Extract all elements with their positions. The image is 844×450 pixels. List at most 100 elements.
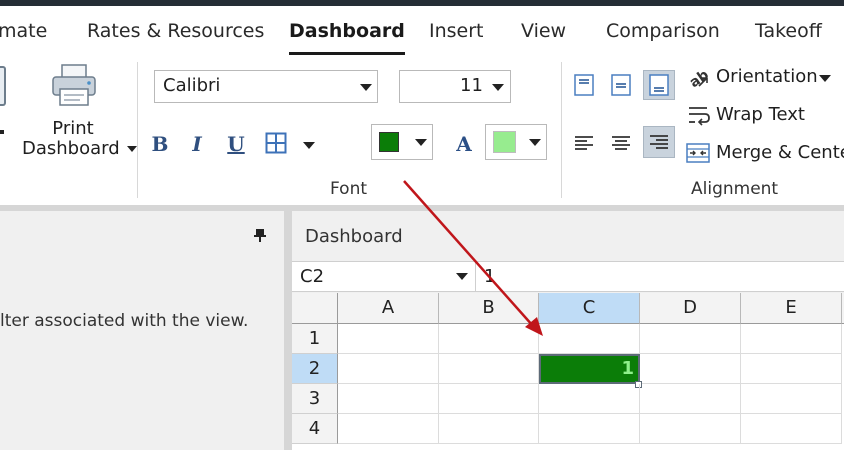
cell-d1[interactable]	[640, 324, 741, 354]
borders-icon[interactable]	[265, 132, 287, 154]
align-top-icon	[574, 74, 594, 96]
wrap-text-button[interactable]: Wrap Text	[716, 104, 805, 125]
chevron-down-icon	[127, 146, 138, 152]
wrap-text-icon	[689, 107, 710, 126]
cell-c1[interactable]	[539, 324, 640, 354]
dashboard-label-text: Dashboard	[22, 138, 120, 159]
italic-button[interactable]: I	[188, 132, 206, 156]
formula-bar: C2 1	[292, 261, 844, 292]
column-header-d[interactable]: D	[640, 293, 741, 324]
font-color-a-icon[interactable]: A	[454, 132, 474, 156]
chevron-down-icon	[360, 84, 372, 91]
cell-c4[interactable]	[539, 414, 640, 444]
align-left-icon	[575, 136, 593, 150]
alignment-group-label: Alignment	[691, 179, 779, 199]
cell-b3[interactable]	[439, 384, 539, 414]
chevron-down-icon	[492, 84, 504, 91]
cell-d4[interactable]	[640, 414, 741, 444]
pin-icon[interactable]	[253, 228, 267, 242]
font-family-value: Calibri	[163, 75, 221, 96]
cell-a2[interactable]	[338, 354, 439, 384]
cell-e1[interactable]	[741, 324, 842, 354]
cell-b2[interactable]	[439, 354, 539, 384]
formula-input[interactable]: 1	[484, 266, 495, 287]
cell-c2-active[interactable]: 1	[539, 354, 640, 384]
tab-insert[interactable]: Insert	[429, 20, 484, 42]
panel-description: lter associated with the view.	[0, 311, 249, 331]
align-center-button[interactable]	[608, 130, 634, 156]
cell-e3[interactable]	[741, 384, 842, 414]
column-header-b[interactable]: B	[439, 293, 539, 324]
ribbon-separator	[137, 62, 138, 198]
merge-center-button[interactable]: Merge & Center	[716, 142, 844, 163]
underline-button[interactable]: U	[226, 132, 246, 156]
cell-d2[interactable]	[640, 354, 741, 384]
cell-d3[interactable]	[640, 384, 741, 414]
cell-b4[interactable]	[439, 414, 539, 444]
font-group-label: Font	[330, 179, 368, 199]
print-label: Print	[52, 118, 94, 139]
column-header-e[interactable]: E	[741, 293, 842, 324]
font-color-button[interactable]	[485, 124, 547, 160]
ribbon-tabs: mate Rates & Resources Dashboard Insert …	[0, 6, 844, 58]
tab-rates-resources[interactable]: Rates & Resources	[87, 20, 264, 42]
align-middle-icon	[611, 74, 631, 96]
font-size-dropdown[interactable]: 11	[399, 70, 511, 103]
font-size-value: 11	[460, 75, 483, 96]
print-dashboard-button[interactable]: Print Dashboard	[18, 58, 138, 168]
row-header-1[interactable]: 1	[292, 324, 338, 354]
cell-e4[interactable]	[741, 414, 842, 444]
chevron-down-icon	[415, 139, 427, 146]
dashboard-label: Dashboard	[22, 138, 138, 159]
align-right-icon	[650, 135, 668, 149]
align-left-button[interactable]	[571, 130, 597, 156]
dashboard-pane: Dashboard C2 1 A B C D E 1 2 3 4 1	[292, 211, 844, 450]
orientation-button[interactable]: Orientation	[716, 66, 818, 87]
tab-comparison[interactable]: Comparison	[606, 20, 720, 42]
fill-color-swatch	[379, 132, 399, 152]
partial-icon[interactable]	[0, 66, 6, 106]
merge-center-icon	[686, 143, 710, 163]
name-box[interactable]: C2	[292, 262, 476, 292]
printer-icon	[52, 64, 96, 106]
panel-splitter[interactable]	[284, 211, 292, 450]
cell-e2[interactable]	[741, 354, 842, 384]
pane-title: Dashboard	[305, 226, 403, 247]
align-bottom-icon	[649, 74, 669, 96]
ribbon: Print Dashboard Calibri 11 B I U A Font	[0, 58, 844, 206]
align-bottom-button[interactable]	[643, 70, 675, 100]
font-color-swatch	[493, 131, 516, 153]
partial-icon-caret	[0, 130, 4, 134]
chevron-down-icon	[456, 273, 468, 280]
spreadsheet-grid: A B C D E 1 2 3 4 1	[292, 293, 844, 450]
column-header-c[interactable]: C	[539, 293, 640, 324]
name-box-value: C2	[300, 266, 325, 287]
font-family-dropdown[interactable]: Calibri	[154, 70, 378, 103]
align-right-button[interactable]	[643, 126, 675, 158]
orientation-dropdown-caret[interactable]	[819, 75, 831, 82]
row-header-2[interactable]: 2	[292, 354, 338, 384]
chevron-down-icon	[529, 139, 541, 146]
align-middle-button[interactable]	[608, 72, 634, 98]
borders-dropdown-caret[interactable]	[303, 142, 315, 149]
select-all-corner[interactable]	[292, 293, 338, 324]
cell-a1[interactable]	[338, 324, 439, 354]
ribbon-separator	[561, 62, 562, 198]
orientation-icon: ab	[687, 67, 711, 90]
cell-c3[interactable]	[539, 384, 640, 414]
align-center-icon	[612, 136, 630, 150]
tab-view[interactable]: View	[521, 20, 566, 42]
fill-color-button[interactable]	[371, 124, 433, 160]
row-header-4[interactable]: 4	[292, 414, 338, 444]
align-top-button[interactable]	[571, 72, 597, 98]
row-header-3[interactable]: 3	[292, 384, 338, 414]
tab-takeoff[interactable]: Takeoff	[755, 20, 822, 42]
tab-dashboard[interactable]: Dashboard	[289, 20, 405, 55]
cell-b1[interactable]	[439, 324, 539, 354]
tab-estimate[interactable]: mate	[0, 20, 47, 42]
cell-a4[interactable]	[338, 414, 439, 444]
column-header-a[interactable]: A	[338, 293, 439, 324]
bold-button[interactable]: B	[151, 132, 169, 156]
cell-a3[interactable]	[338, 384, 439, 414]
left-panel: lter associated with the view.	[0, 211, 284, 450]
